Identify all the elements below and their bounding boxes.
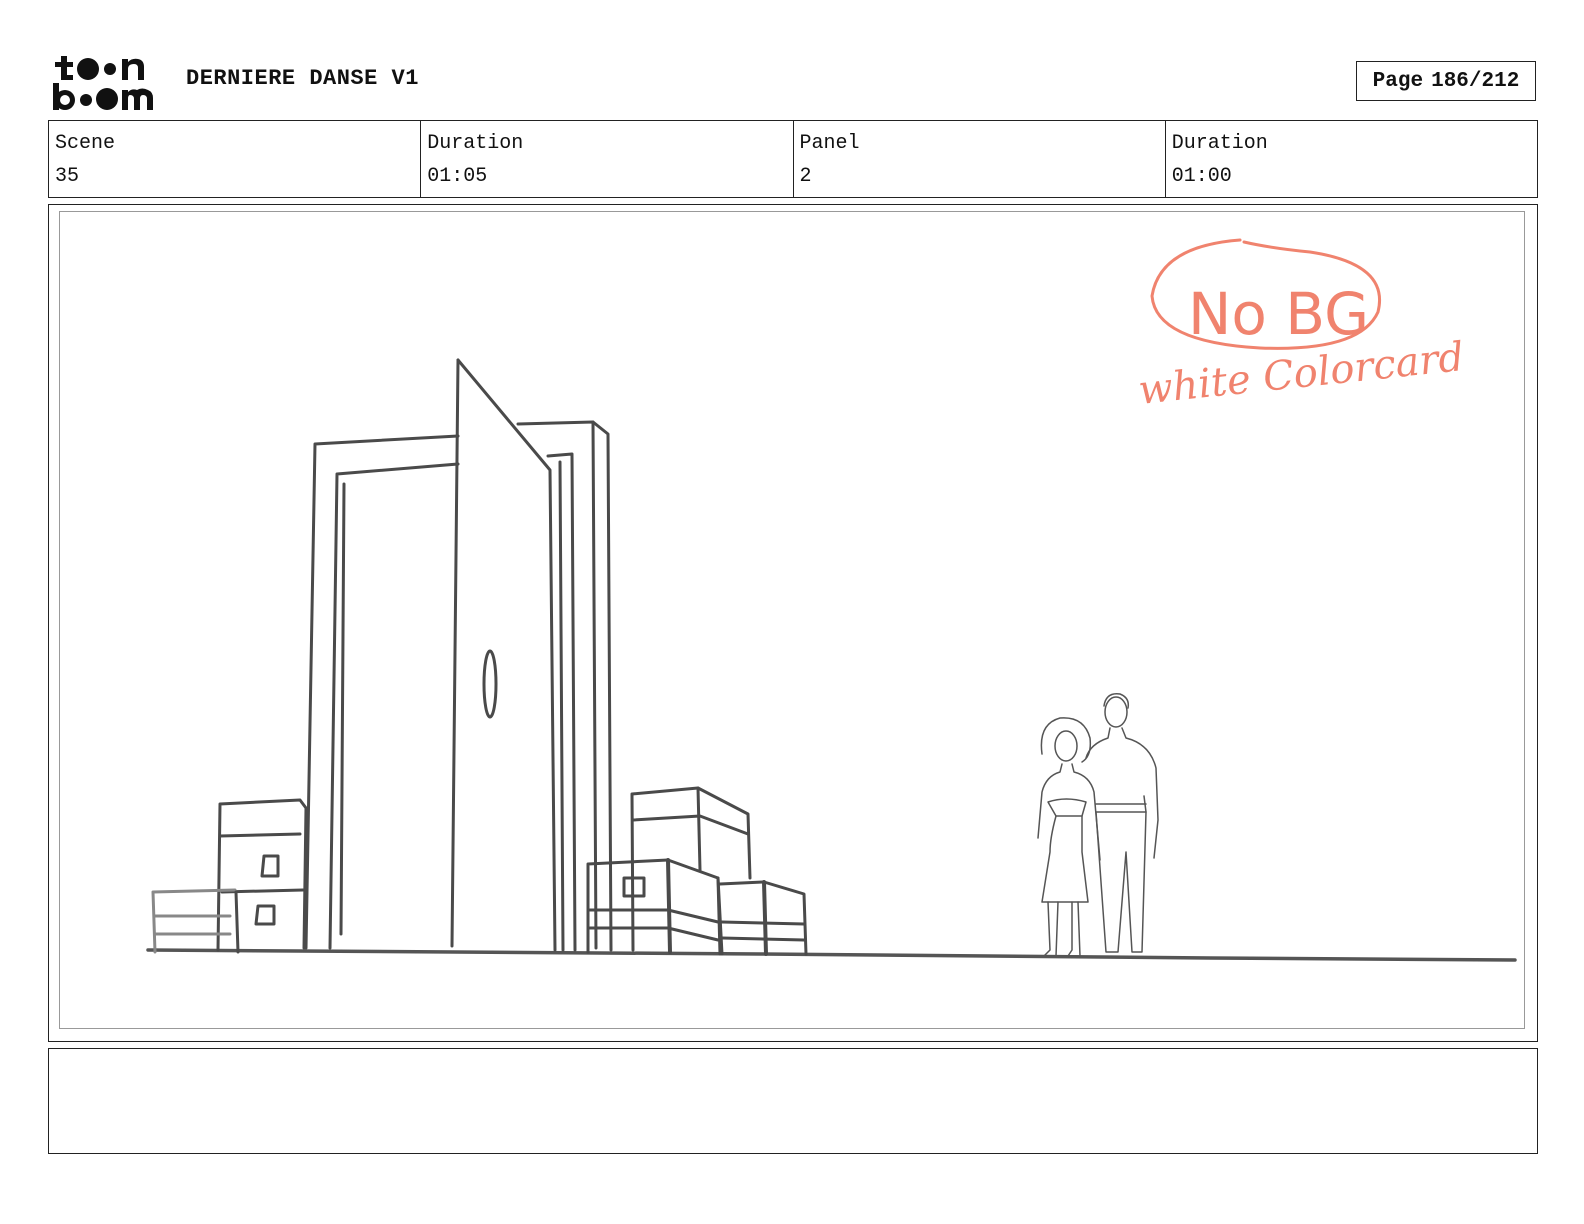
scene-info-table: Scene 35 Duration 01:05 Panel 2 Duration… — [48, 120, 1538, 198]
panel-duration-label: Duration — [1171, 132, 1268, 155]
page-indicator: Page 186/212 — [1356, 61, 1536, 101]
project-title: DERNIERE DANSE V1 — [186, 66, 419, 91]
annotation-circled-text: No BG — [1188, 280, 1369, 348]
panel-value: 2 — [799, 165, 812, 188]
scene-value: 35 — [55, 165, 80, 188]
scene-duration-label: Duration — [427, 132, 524, 155]
page-label: Page — [1372, 69, 1424, 93]
scene-cell: Scene 35 — [49, 121, 422, 197]
panel-duration-cell: Duration 01:00 — [1166, 121, 1537, 197]
toon-boom-logo — [53, 56, 153, 110]
panel-notes-box[interactable] — [48, 1048, 1538, 1154]
sketch-drawing: No BG white Colorcard — [146, 238, 1517, 962]
panel-cell: Panel 2 — [794, 121, 1166, 197]
scene-duration-cell: Duration 01:05 — [421, 121, 794, 197]
panel-label: Panel — [799, 132, 860, 155]
scene-duration-value: 01:05 — [427, 165, 488, 188]
storyboard-panel-frame: No BG white Colorcard — [48, 204, 1538, 1042]
page-number: 186/212 — [1431, 69, 1520, 93]
panel-duration-value: 01:00 — [1171, 165, 1232, 188]
storyboard-drawing-area: No BG white Colorcard — [59, 211, 1525, 1029]
scene-label: Scene — [55, 132, 116, 155]
